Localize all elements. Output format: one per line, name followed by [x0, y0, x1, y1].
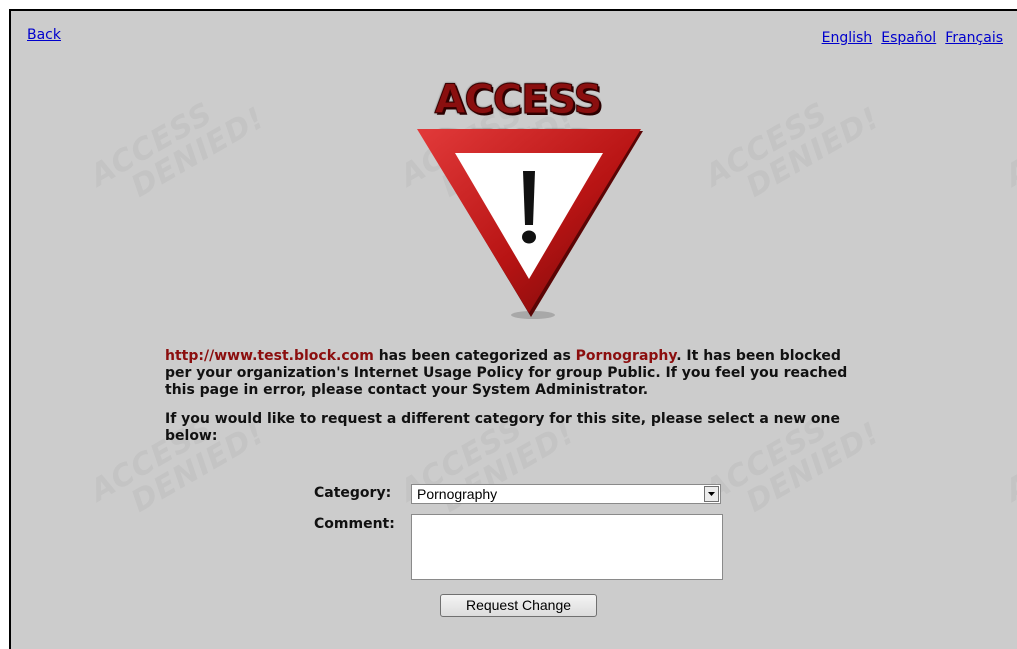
- watermark: ACCESSDENIED!: [999, 392, 1017, 533]
- request-change-button[interactable]: Request Change: [440, 594, 597, 617]
- category-select-value: Pornography: [417, 486, 498, 502]
- watermark-line: DENIED!: [740, 100, 886, 205]
- language-link-english[interactable]: English: [822, 30, 873, 46]
- watermark-line: DENIED!: [125, 100, 271, 205]
- block-reason: http://www.test.block.com has been categ…: [165, 348, 865, 399]
- comment-textarea[interactable]: [411, 514, 723, 580]
- category-label: Category:: [314, 485, 392, 501]
- watermark: ACCESSDENIED!: [84, 77, 271, 218]
- block-message: http://www.test.block.com has been categ…: [165, 348, 865, 457]
- blocked-page: ACCESSDENIED! ACCESSDENIED! ACCESSDENIED…: [9, 9, 1017, 649]
- watermark-line: ACCESS: [999, 95, 1017, 194]
- warning-sign-icon: [417, 129, 643, 319]
- watermark-line: ACCESS: [699, 95, 834, 194]
- watermark-line: ACCESS: [999, 410, 1017, 509]
- language-link-francais[interactable]: Français: [945, 30, 1003, 46]
- chevron-down-icon[interactable]: [704, 486, 719, 502]
- watermark: ACCESSDENIED!: [699, 77, 886, 218]
- language-links: English Español Français: [818, 27, 1003, 46]
- language-link-espanol[interactable]: Español: [881, 30, 936, 46]
- blocked-category: Pornography: [575, 348, 677, 364]
- exclamation-icon: [523, 171, 535, 225]
- watermark: ACCESSDENIED!: [999, 77, 1017, 218]
- back-link[interactable]: Back: [27, 27, 61, 43]
- block-text: has been categorized as: [373, 348, 576, 364]
- category-select[interactable]: Pornography: [411, 484, 721, 504]
- request-instructions: If you would like to request a different…: [165, 411, 841, 444]
- comment-label: Comment:: [314, 516, 395, 532]
- watermark-line: ACCESS: [84, 95, 219, 194]
- blocked-url: http://www.test.block.com: [165, 348, 374, 364]
